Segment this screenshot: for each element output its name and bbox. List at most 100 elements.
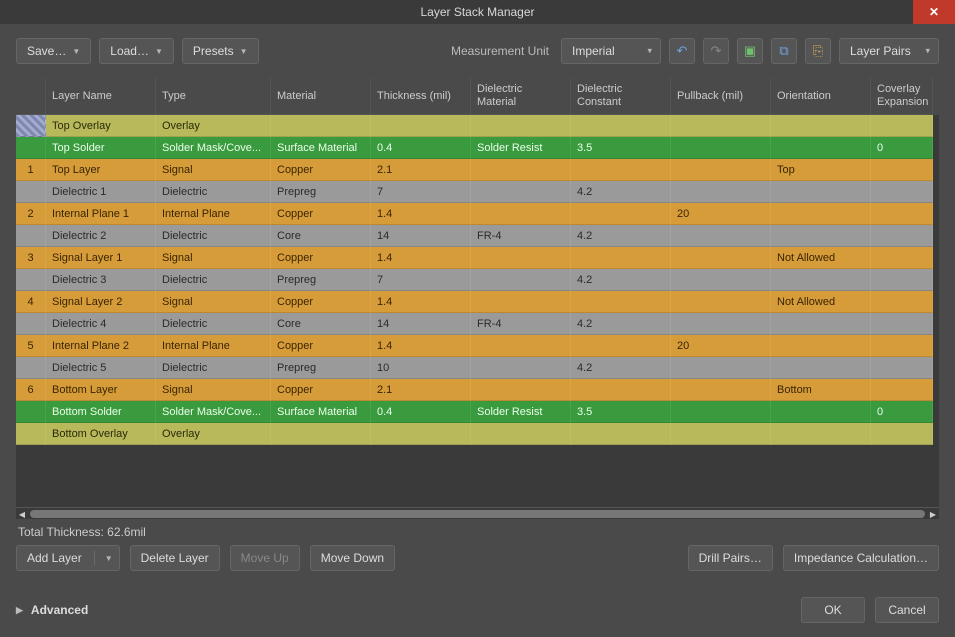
cell-cov[interactable] [871,115,933,137]
cell-dmat[interactable]: FR-4 [471,313,571,335]
cell-cov[interactable] [871,357,933,379]
cell-thickness[interactable]: 0.4 [371,137,471,159]
cell-pullback[interactable] [671,159,771,181]
cell-pullback[interactable] [671,423,771,445]
cell-dmat[interactable]: FR-4 [471,225,571,247]
table-row[interactable]: Bottom OverlayOverlay [16,423,939,445]
add-layer-button[interactable]: Add Layer ▼ [16,545,120,571]
table-row[interactable]: Top OverlayOverlay [16,115,939,137]
cell-material[interactable]: Copper [271,291,371,313]
mode-select[interactable]: Layer Pairs [839,38,939,64]
cell-pullback[interactable] [671,313,771,335]
col-dielectric-material[interactable]: Dielectric Material [471,78,571,115]
cell-thickness[interactable] [371,423,471,445]
col-index[interactable] [16,78,46,115]
cell-material[interactable] [271,115,371,137]
presets-button[interactable]: Presets ▼ [182,38,259,64]
cell-type[interactable]: Signal [156,291,271,313]
cell-orient[interactable] [771,401,871,423]
table-row[interactable]: 1Top LayerSignalCopper2.1Top [16,159,939,181]
cell-thickness[interactable] [371,115,471,137]
cell-idx[interactable] [16,181,46,203]
horizontal-scrollbar[interactable]: ◀ ▶ [16,507,939,519]
cell-dconst[interactable]: 3.5 [571,137,671,159]
cell-thickness[interactable]: 1.4 [371,203,471,225]
cell-cov[interactable] [871,181,933,203]
cell-pullback[interactable] [671,357,771,379]
table-row[interactable]: Dielectric 5DielectricPrepreg104.2 [16,357,939,379]
cell-dconst[interactable] [571,291,671,313]
cell-idx[interactable]: 2 [16,203,46,225]
cell-dmat[interactable] [471,423,571,445]
cell-dmat[interactable] [471,335,571,357]
cell-thickness[interactable]: 0.4 [371,401,471,423]
cell-name[interactable]: Signal Layer 2 [46,291,156,313]
cell-orient[interactable]: Not Allowed [771,291,871,313]
cell-material[interactable]: Prepreg [271,181,371,203]
cell-material[interactable]: Core [271,313,371,335]
table-row[interactable]: Top SolderSolder Mask/Cove...Surface Mat… [16,137,939,159]
cell-thickness[interactable]: 2.1 [371,159,471,181]
cell-cov[interactable] [871,247,933,269]
cell-name[interactable]: Bottom Solder [46,401,156,423]
cell-type[interactable]: Signal [156,247,271,269]
cell-cov[interactable] [871,203,933,225]
cell-dmat[interactable]: Solder Resist [471,401,571,423]
cell-dmat[interactable] [471,379,571,401]
cell-dconst[interactable]: 4.2 [571,225,671,247]
cell-thickness[interactable]: 2.1 [371,379,471,401]
cell-idx[interactable]: 3 [16,247,46,269]
undo-button[interactable]: ↶ [669,38,695,64]
cell-idx[interactable] [16,137,46,159]
cell-orient[interactable]: Top [771,159,871,181]
cell-material[interactable]: Prepreg [271,269,371,291]
cell-idx[interactable] [16,225,46,247]
cell-pullback[interactable] [671,379,771,401]
tool-button-2[interactable]: ⧉ [771,38,797,64]
cell-dmat[interactable] [471,269,571,291]
cell-cov[interactable] [871,335,933,357]
cell-dconst[interactable] [571,335,671,357]
cell-name[interactable]: Top Overlay [46,115,156,137]
cell-material[interactable]: Prepreg [271,357,371,379]
cancel-button[interactable]: Cancel [875,597,939,623]
cell-type[interactable]: Signal [156,159,271,181]
cell-dconst[interactable]: 4.2 [571,313,671,335]
cell-type[interactable]: Solder Mask/Cove... [156,137,271,159]
cell-material[interactable]: Surface Material [271,137,371,159]
cell-orient[interactable] [771,203,871,225]
cell-material[interactable]: Copper [271,379,371,401]
cell-dmat[interactable]: Solder Resist [471,137,571,159]
cell-thickness[interactable]: 7 [371,181,471,203]
tool-button-1[interactable]: ▣ [737,38,763,64]
cell-orient[interactable] [771,357,871,379]
cell-orient[interactable] [771,423,871,445]
table-row[interactable]: Bottom SolderSolder Mask/Cove...Surface … [16,401,939,423]
expand-icon[interactable]: ▶ [16,605,23,616]
col-pullback[interactable]: Pullback (mil) [671,78,771,115]
cell-dmat[interactable] [471,291,571,313]
table-row[interactable]: 2Internal Plane 1Internal PlaneCopper1.4… [16,203,939,225]
col-type[interactable]: Type [156,78,271,115]
cell-material[interactable]: Copper [271,247,371,269]
table-row[interactable]: 6Bottom LayerSignalCopper2.1Bottom [16,379,939,401]
cell-orient[interactable] [771,313,871,335]
advanced-toggle[interactable]: Advanced [31,603,88,617]
cell-name[interactable]: Internal Plane 1 [46,203,156,225]
table-row[interactable]: 4Signal Layer 2SignalCopper1.4Not Allowe… [16,291,939,313]
cell-cov[interactable] [871,269,933,291]
cell-name[interactable]: Dielectric 5 [46,357,156,379]
cell-thickness[interactable]: 1.4 [371,247,471,269]
cell-dmat[interactable] [471,159,571,181]
cell-thickness[interactable]: 7 [371,269,471,291]
grid-body[interactable]: Top OverlayOverlayTop SolderSolder Mask/… [16,115,939,507]
cell-thickness[interactable]: 1.4 [371,335,471,357]
table-row[interactable]: 3Signal Layer 1SignalCopper1.4Not Allowe… [16,247,939,269]
table-row[interactable]: Dielectric 3DielectricPrepreg74.2 [16,269,939,291]
cell-orient[interactable] [771,269,871,291]
table-row[interactable]: Dielectric 1DielectricPrepreg74.2 [16,181,939,203]
cell-idx[interactable]: 5 [16,335,46,357]
cell-thickness[interactable]: 14 [371,313,471,335]
impedance-button[interactable]: Impedance Calculation… [783,545,939,571]
cell-idx[interactable] [16,313,46,335]
